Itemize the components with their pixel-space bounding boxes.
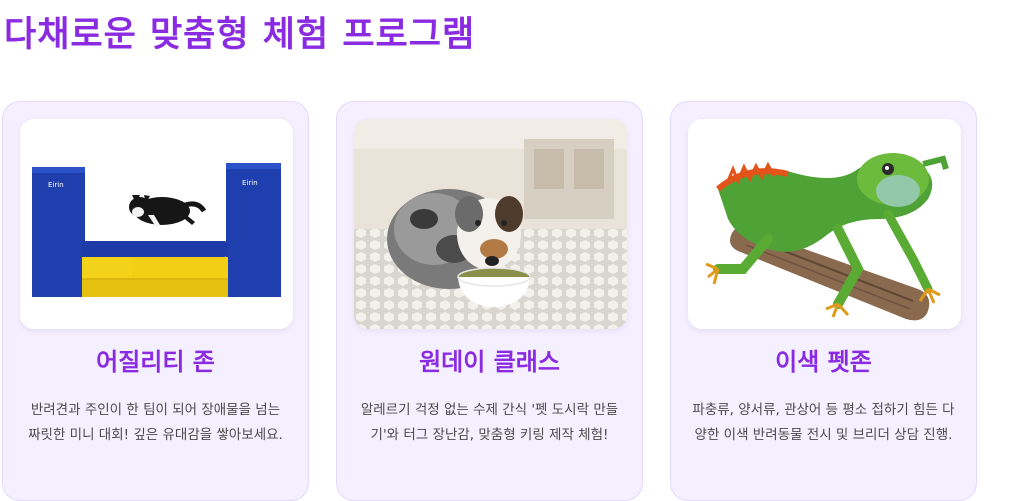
program-card-oneday-class[interactable]: 원데이 클래스 알레르기 걱정 없는 수제 간식 '펫 도시락 만들기'와 터그…	[336, 101, 643, 501]
agility-dog-jump-image: Eirin Eirin	[20, 119, 293, 329]
program-card-exotic-pet[interactable]: 이색 펫존 파충류, 양서류, 관상어 등 평소 접하기 힘든 다양한 이색 반…	[670, 101, 977, 501]
card-title: 원데이 클래스	[419, 348, 560, 376]
program-card-agility[interactable]: Eirin Eirin 어질리티 존 반려견과 주인이 한 팀이 되어 장애물을…	[2, 101, 309, 501]
card-title: 어질리티 존	[96, 348, 215, 376]
pillar-logo-right: Eirin	[242, 179, 258, 187]
page-title: 다채로운 맞춤형 체험 프로그램	[4, 15, 476, 55]
card-description: 반려견과 주인이 한 팀이 되어 장애물을 넘는 짜릿한 미니 대회! 깊은 유…	[28, 402, 283, 443]
card-description: 알레르기 걱정 없는 수제 간식 '펫 도시락 만들기'와 터그 장난감, 맞춤…	[360, 402, 619, 443]
pillar-logo-left: Eirin	[48, 181, 64, 189]
card-description: 파충류, 양서류, 관상어 등 평소 접하기 힘든 다양한 이색 반려동물 전시…	[692, 402, 955, 443]
card-title: 이색 펫존	[775, 348, 872, 376]
dog-eating-bowl-image	[354, 119, 627, 329]
iguana-image	[688, 119, 961, 329]
